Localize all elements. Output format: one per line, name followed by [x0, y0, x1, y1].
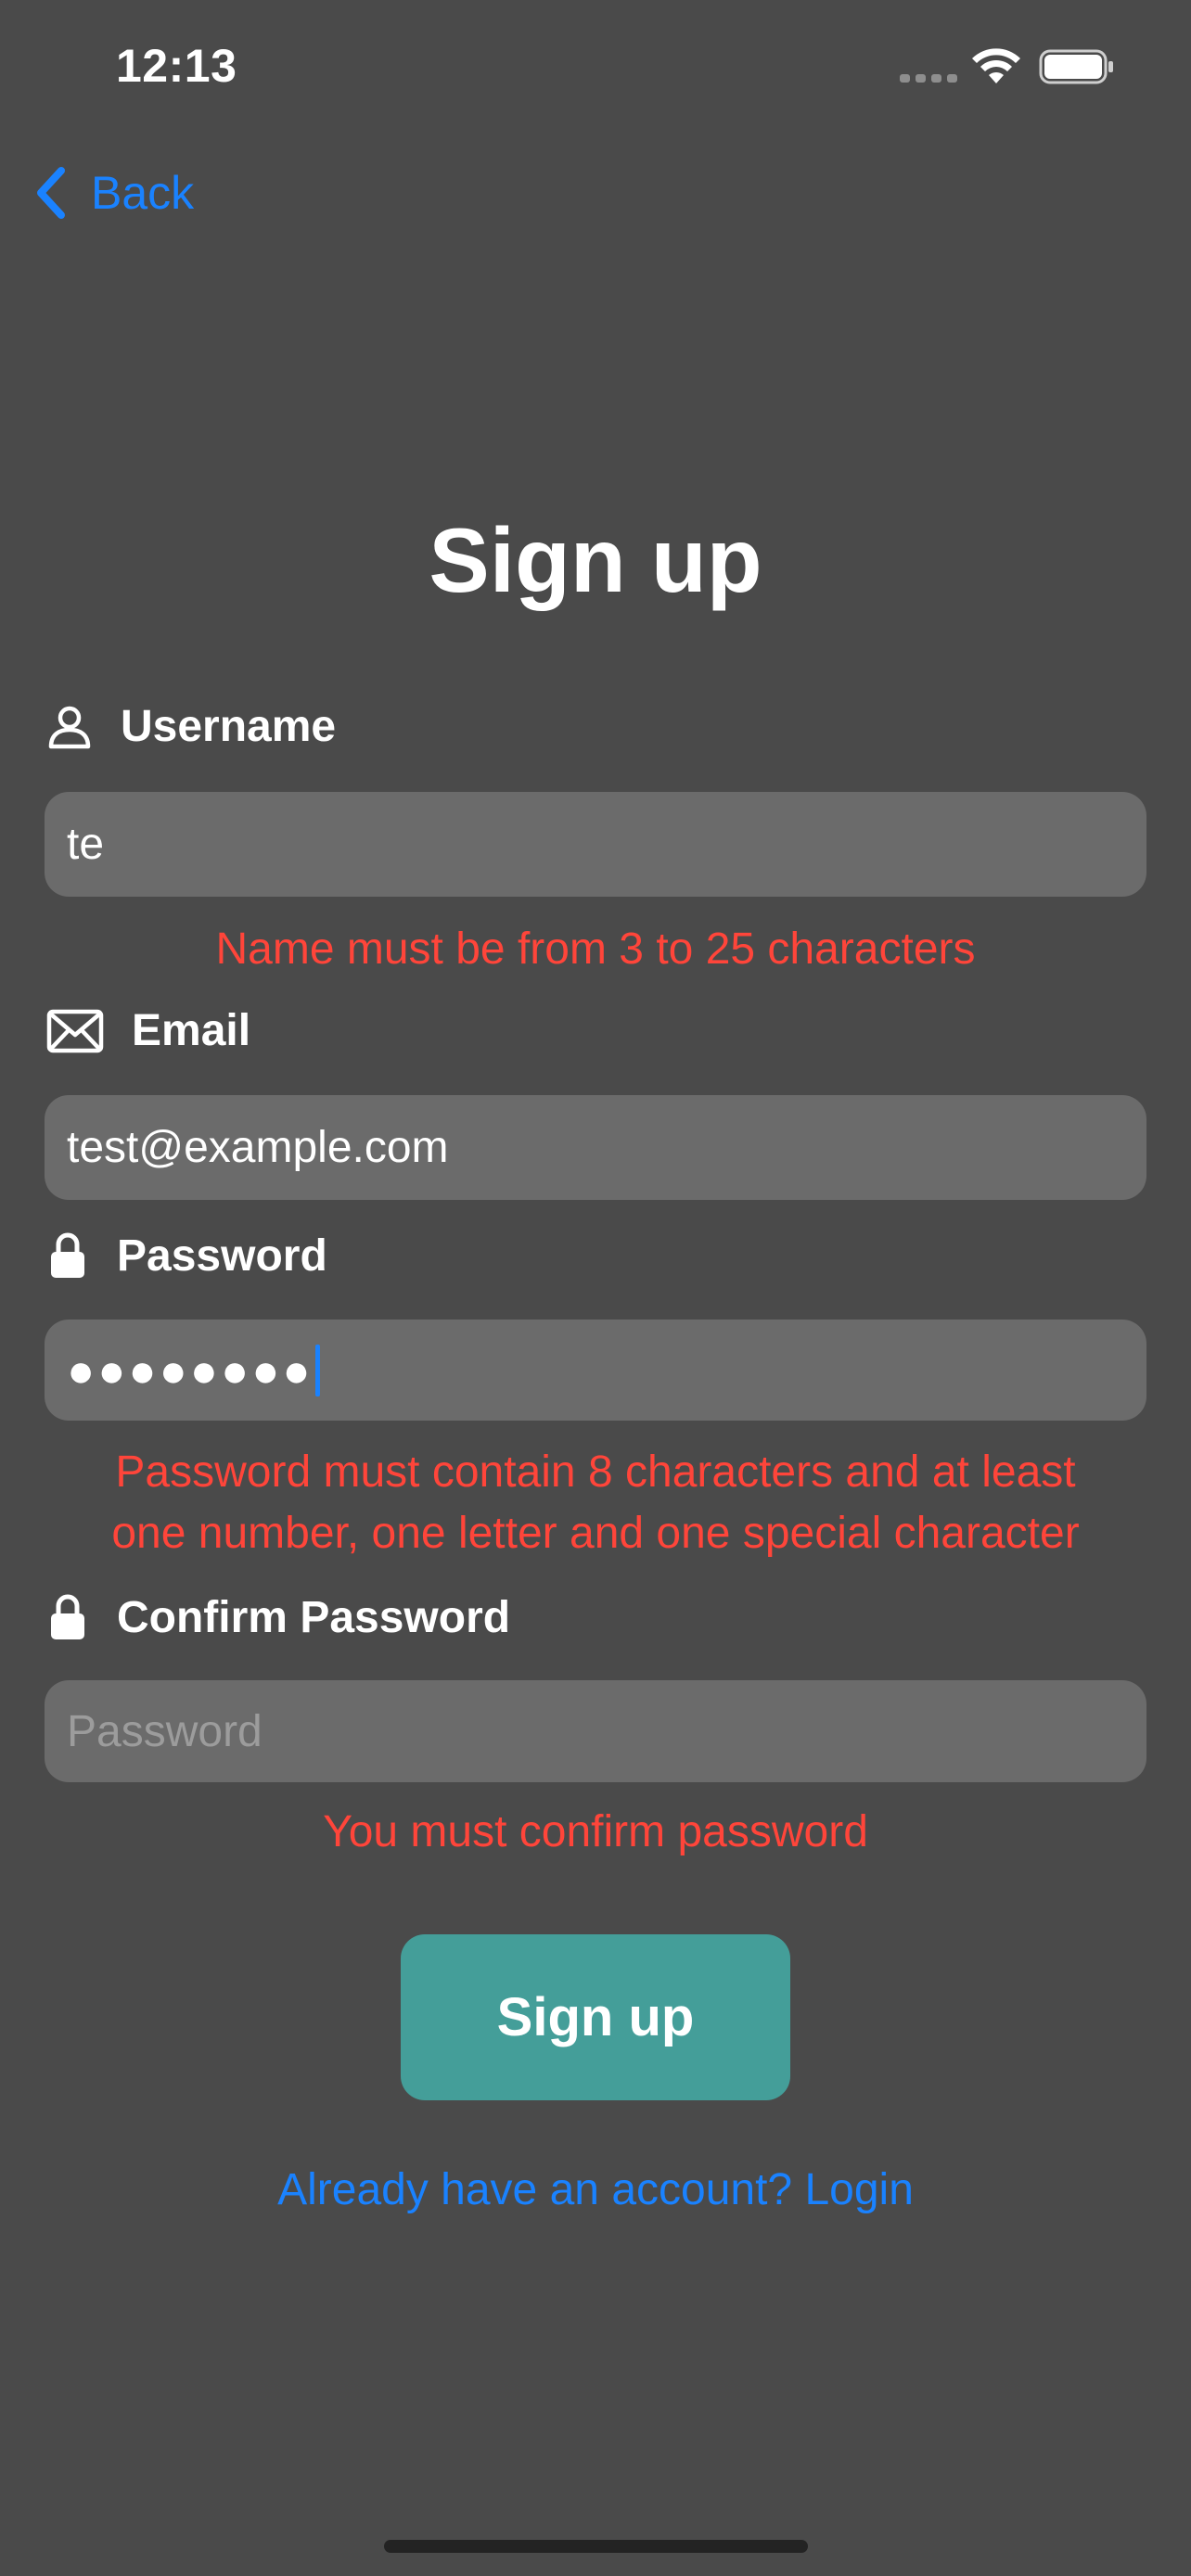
confirm-password-error: You must confirm password: [323, 1807, 868, 1856]
confirm-password-label: Confirm Password: [117, 1592, 511, 1642]
envelope-icon: [46, 1008, 104, 1054]
status-time: 12:13: [116, 40, 237, 92]
text-caret: [314, 1344, 320, 1396]
password-label-row: Password: [46, 1230, 327, 1282]
password-error: Password must contain 8 characters and a…: [0, 1442, 1191, 1564]
back-button[interactable]: Back: [33, 163, 194, 223]
email-input[interactable]: test@example.com: [45, 1095, 1146, 1200]
username-error: Name must be from 3 to 25 characters: [215, 925, 976, 974]
username-value: te: [67, 820, 105, 869]
confirm-password-placeholder: Password: [67, 1706, 263, 1756]
password-label: Password: [117, 1231, 327, 1281]
email-label-row: Email: [46, 1005, 250, 1056]
cellular-signal-icon: [900, 74, 957, 83]
username-label-row: Username: [46, 701, 336, 752]
home-indicator: [384, 2540, 808, 2553]
page-title: Sign up: [429, 509, 762, 611]
signup-button[interactable]: Sign up: [401, 1934, 790, 2100]
password-error-line-2: one number, one letter and one special c…: [111, 1509, 1080, 1558]
wifi-icon: [972, 48, 1020, 83]
lock-icon: [46, 1230, 89, 1282]
confirm-password-label-row: Confirm Password: [46, 1591, 510, 1643]
password-error-line-1: Password must contain 8 characters and a…: [115, 1447, 1076, 1497]
battery-icon: [1039, 49, 1113, 84]
login-link[interactable]: Already have an account? Login: [0, 2164, 1191, 2215]
password-masked-value: ●●●●●●●●: [67, 1344, 314, 1396]
chevron-left-icon: [37, 167, 65, 219]
password-input[interactable]: ●●●●●●●●: [45, 1320, 1146, 1421]
signup-screen: 12:13 Back Sign up Username te Name must…: [0, 0, 1191, 2576]
confirm-password-input[interactable]: Password: [45, 1680, 1146, 1782]
email-value: test@example.com: [67, 1123, 449, 1172]
username-input[interactable]: te: [45, 792, 1146, 897]
username-label: Username: [121, 702, 337, 751]
person-icon: [46, 704, 93, 750]
lock-icon: [46, 1591, 89, 1643]
email-label: Email: [132, 1006, 251, 1055]
back-label: Back: [91, 167, 195, 219]
